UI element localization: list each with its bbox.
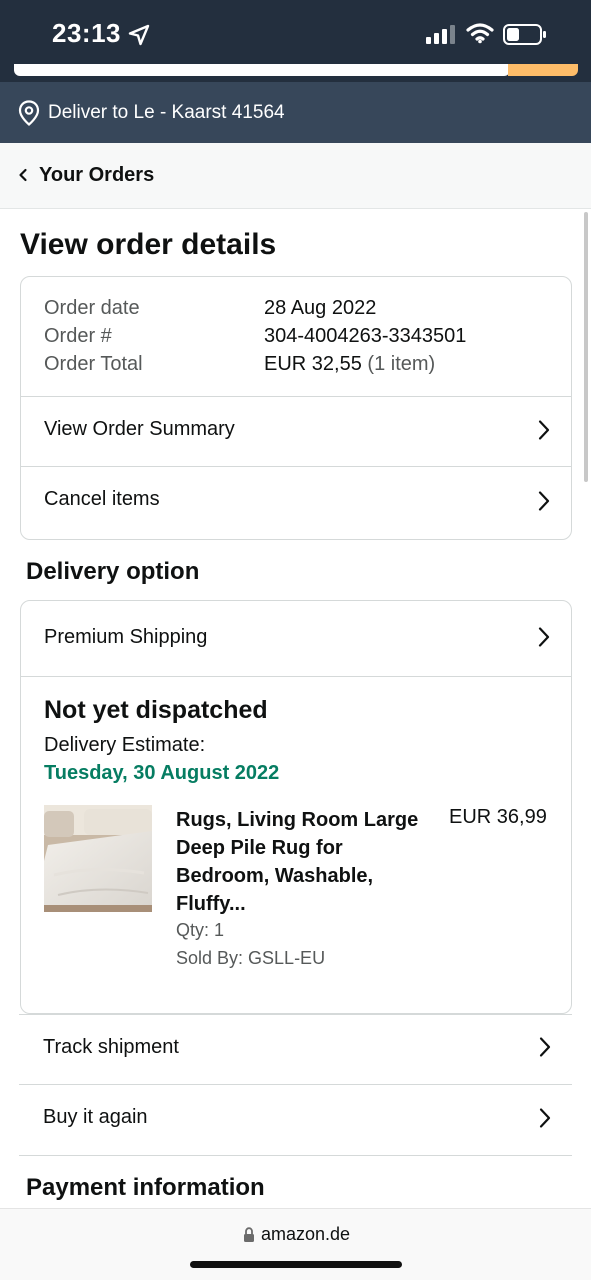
chevron-right-icon[interactable]: [538, 1107, 552, 1129]
product-title-line[interactable]: Bedroom, Washable,: [176, 862, 438, 890]
track-shipment-link[interactable]: Track shipment: [43, 1036, 179, 1059]
cancel-items-link[interactable]: Cancel items: [44, 488, 160, 511]
wifi-icon: [466, 23, 494, 44]
shipment-status: Not yet dispatched: [44, 696, 268, 724]
order-total-label: Order Total: [44, 353, 143, 375]
cellular-signal-icon: [426, 25, 455, 44]
view-order-summary-link[interactable]: View Order Summary: [44, 418, 235, 441]
order-number-value: 304-4004263-3343501: [264, 325, 467, 347]
order-total-value: EUR 32,55: [264, 353, 362, 375]
product-image[interactable]: [44, 805, 152, 912]
delivery-estimate-date: Tuesday, 30 August 2022: [44, 762, 280, 784]
order-total-items: (1 item): [367, 353, 436, 375]
chevron-right-icon[interactable]: [537, 419, 551, 441]
home-indicator[interactable]: [190, 1261, 402, 1268]
divider: [19, 1084, 572, 1085]
lock-icon: [244, 1227, 254, 1242]
product-price: EUR 36,99: [449, 806, 547, 828]
product-title-line[interactable]: Deep Pile Rug for: [176, 834, 438, 862]
rug-image-graphic: [44, 805, 152, 912]
divider: [19, 1014, 572, 1015]
divider: [19, 1155, 572, 1156]
order-date-label: Order date: [44, 297, 140, 319]
divider: [21, 676, 571, 677]
deliver-to-text[interactable]: Deliver to Le - Kaarst 41564: [48, 102, 285, 124]
order-number-label: Order #: [44, 325, 112, 347]
location-arrow-icon: [128, 24, 150, 46]
chevron-right-icon[interactable]: [537, 626, 551, 648]
search-button[interactable]: [508, 64, 578, 76]
scrollbar[interactable]: [584, 212, 588, 482]
premium-shipping-link[interactable]: Premium Shipping: [44, 626, 207, 649]
chevron-left-icon[interactable]: [18, 168, 28, 182]
product-title-link[interactable]: Rugs, Living Room Large Deep Pile Rug fo…: [176, 806, 438, 918]
breadcrumb-your-orders[interactable]: Your Orders: [39, 164, 154, 187]
battery-icon: [503, 24, 546, 45]
payment-information-heading: Payment information: [26, 1174, 265, 1201]
product-seller: Sold By: GSLL-EU: [176, 948, 326, 968]
divider: [21, 466, 571, 467]
chevron-right-icon[interactable]: [537, 490, 551, 512]
buy-it-again-link[interactable]: Buy it again: [43, 1106, 148, 1129]
product-quantity: Qty: 1: [176, 920, 225, 940]
delivery-estimate-label: Delivery Estimate:: [44, 734, 206, 756]
order-total: EUR 32,55 (1 item): [264, 353, 435, 376]
location-pin-icon: [18, 100, 40, 126]
status-time: 23:13: [52, 18, 121, 48]
url-text[interactable]: amazon.de: [261, 1224, 350, 1245]
page-title: View order details: [20, 228, 277, 261]
product-title-line[interactable]: Fluffy...: [176, 890, 438, 918]
chevron-right-icon[interactable]: [538, 1036, 552, 1058]
delivery-option-heading: Delivery option: [26, 558, 200, 585]
divider: [21, 396, 571, 397]
search-input[interactable]: [14, 64, 510, 76]
product-title-line[interactable]: Rugs, Living Room Large: [176, 806, 438, 834]
order-date-value: 28 Aug 2022: [264, 297, 377, 319]
